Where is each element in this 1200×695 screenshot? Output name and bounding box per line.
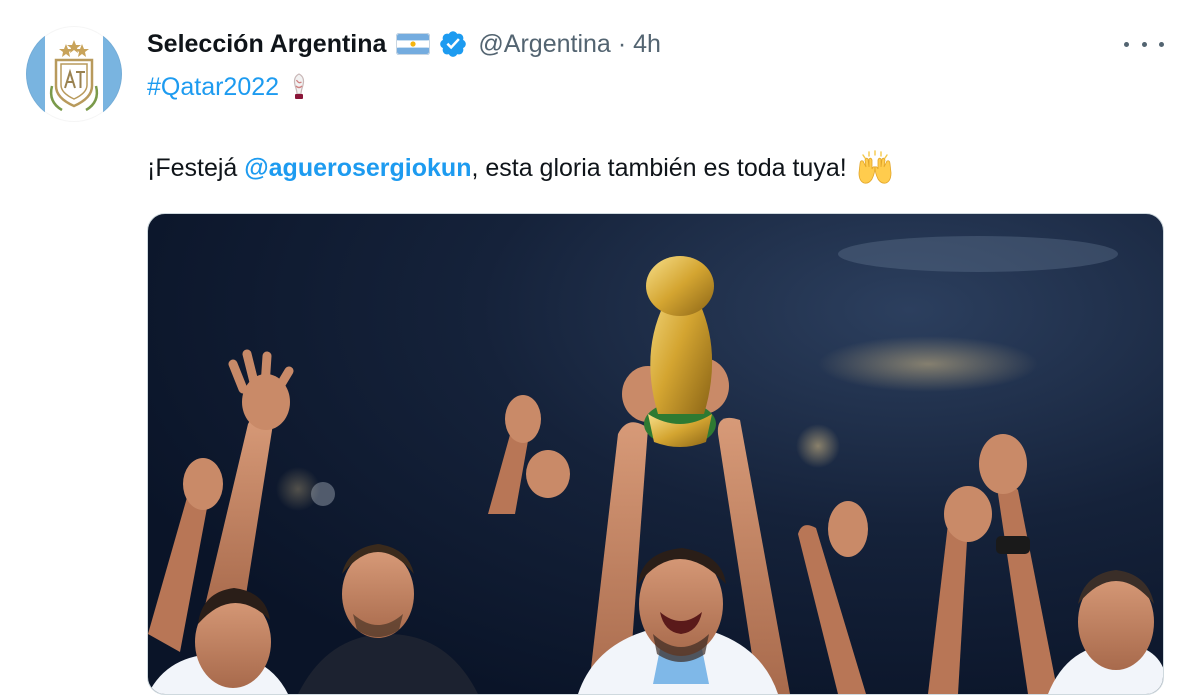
author-name[interactable]: Selección Argentina [147,30,386,59]
separator-dot: · [617,29,627,58]
avatar[interactable] [26,26,122,122]
tweet-text-prefix: ¡Festejá [147,153,245,182]
afa-crest-icon [49,40,99,112]
celebration-photo-illustration [148,236,1163,694]
hashtag-link[interactable]: #Qatar2022 [147,73,279,102]
more-dot [1124,41,1129,47]
more-options-icon[interactable] [1124,30,1164,58]
world-cup-trophy-icon [293,73,305,99]
tweet: Selección Argentina @Argentina · 4h #Qat… [0,0,1200,695]
more-dot [1159,41,1164,47]
verified-badge-icon[interactable] [438,29,468,59]
author-handle[interactable]: @Argentina [478,30,610,59]
tweet-header: Selección Argentina @Argentina · 4h [147,26,661,62]
tweet-text: ¡Festejá @aguerosergiokun , esta gloria … [147,150,895,186]
tweet-text-suffix: , esta gloria también es toda tuya! [471,153,847,182]
mention-link[interactable]: @aguerosergiokun [244,154,471,183]
raising-hands-icon [858,150,892,184]
tweet-photo[interactable] [147,213,1164,695]
more-dot [1141,41,1147,47]
argentina-flag-icon [396,33,431,55]
timestamp[interactable]: 4h [633,30,661,59]
hashtag-line: #Qatar2022 [147,70,309,104]
